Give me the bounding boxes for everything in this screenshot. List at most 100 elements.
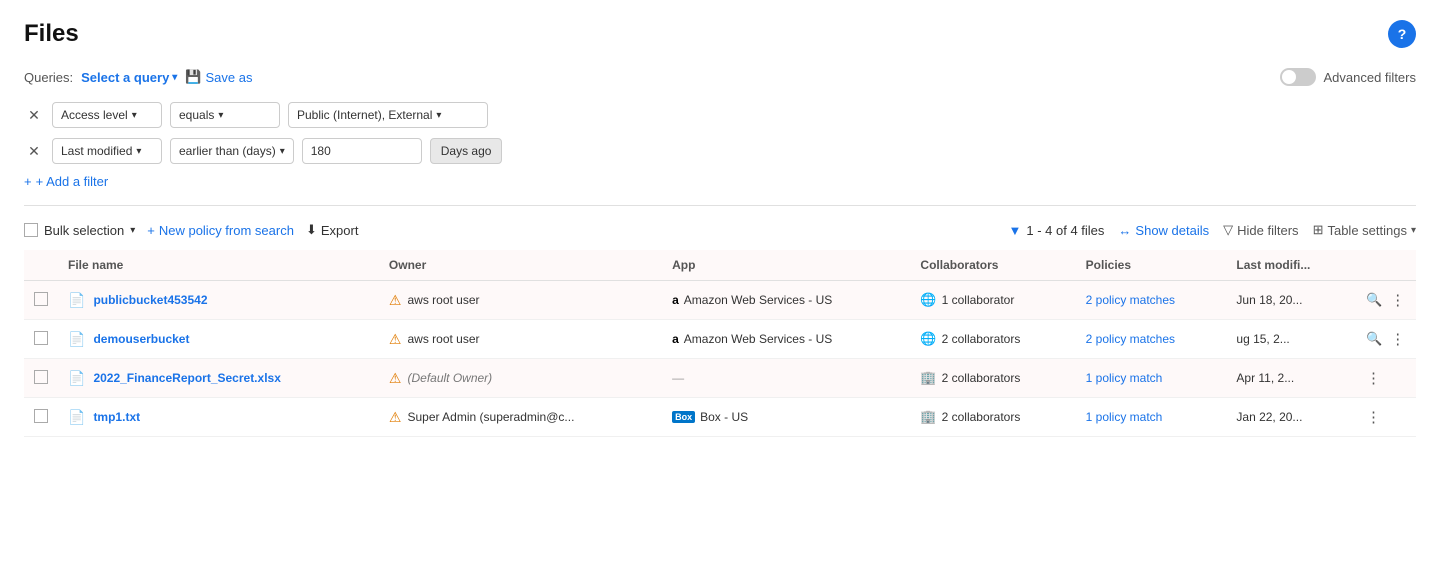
file-name[interactable]: 2022_FinanceReport_Secret.xlsx [93, 371, 280, 385]
filter-icon: ▽ [1223, 222, 1233, 238]
table-row: 📄 demouserbucket ⚠ aws root user a Amazo… [24, 320, 1416, 359]
file-name[interactable]: publicbucket453542 [93, 293, 207, 307]
search-row-icon[interactable]: 🔍 [1366, 331, 1382, 347]
chevron-down-icon: ▾ [172, 72, 177, 83]
last-modified-value: Apr 11, 2... [1236, 371, 1294, 385]
file-name[interactable]: tmp1.txt [93, 410, 140, 424]
col-header-collaborators: Collaborators [910, 250, 1075, 281]
files-table: File name Owner App Collaborators Polici… [24, 250, 1416, 437]
warning-icon: ⚠ [389, 370, 402, 387]
filter-1-value-select[interactable]: Public (Internet), External ▾ [288, 102, 488, 128]
chevron-down-icon: ▾ [132, 110, 137, 121]
owner-cell: ⚠ Super Admin (superadmin@c... [389, 409, 652, 426]
more-options-icon[interactable]: ⋮ [1390, 330, 1405, 348]
chevron-down-icon: ▾ [218, 110, 223, 121]
plus-icon: + [24, 174, 32, 189]
amazon-icon: a [672, 293, 679, 307]
owner-cell: ⚠ aws root user [389, 331, 652, 348]
row-checkbox[interactable] [34, 292, 48, 306]
more-options-icon[interactable]: ⋮ [1366, 369, 1381, 387]
filter-1-field-select[interactable]: Access level ▾ [52, 102, 162, 128]
filter-2-remove-button[interactable]: ✕ [24, 143, 44, 160]
collaborators-count: 2 collaborators [942, 332, 1021, 346]
col-header-policies: Policies [1076, 250, 1227, 281]
col-header-app: App [662, 250, 910, 281]
filter-row-1: ✕ Access level ▾ equals ▾ Public (Intern… [24, 102, 1416, 128]
app-name: Amazon Web Services - US [684, 293, 833, 307]
owner-cell: ⚠ aws root user [389, 292, 652, 309]
policies-link[interactable]: 1 policy match [1086, 371, 1163, 385]
col-header-owner: Owner [379, 250, 662, 281]
row-checkbox[interactable] [34, 331, 48, 345]
file-name[interactable]: demouserbucket [93, 332, 189, 346]
more-options-icon[interactable]: ⋮ [1366, 408, 1381, 426]
file-name-cell: 📄 publicbucket453542 [68, 292, 369, 309]
new-policy-button[interactable]: + New policy from search [147, 223, 294, 238]
show-details-button[interactable]: ↔ Show details [1118, 223, 1209, 238]
section-divider [24, 205, 1416, 206]
bulk-checkbox [24, 223, 38, 237]
policies-link[interactable]: 2 policy matches [1086, 332, 1175, 346]
funnel-icon: ▼ [1009, 223, 1022, 238]
row-actions: ⋮ [1366, 408, 1406, 426]
row-checkbox[interactable] [34, 409, 48, 423]
queries-label: Queries: [24, 70, 73, 85]
collaborators-count: 2 collaborators [942, 371, 1021, 385]
expand-icon: ↔ [1118, 223, 1131, 238]
advanced-filters-toggle[interactable] [1280, 68, 1316, 86]
filter-1-operator-select[interactable]: equals ▾ [170, 102, 280, 128]
save-as-button[interactable]: 💾 Save as [185, 69, 252, 85]
advanced-filters-label: Advanced filters [1324, 70, 1417, 85]
filter-2-days-input[interactable] [302, 138, 422, 164]
add-filter-button[interactable]: + + Add a filter [24, 174, 108, 189]
file-name-cell: 📄 2022_FinanceReport_Secret.xlsx [68, 370, 369, 387]
col-header-filename: File name [58, 250, 379, 281]
filter-2-operator-select[interactable]: earlier than (days) ▾ [170, 138, 294, 164]
hide-filters-button[interactable]: ▽ Hide filters [1223, 222, 1298, 238]
export-button[interactable]: ⬇ Export [306, 222, 358, 238]
filter-1-remove-button[interactable]: ✕ [24, 107, 44, 124]
collaborators-cell: 🌐 1 collaborator [920, 292, 1065, 308]
app-name: — [672, 371, 684, 385]
last-modified-value: Jan 22, 20... [1236, 410, 1302, 424]
app-name: Amazon Web Services - US [684, 332, 833, 346]
col-header-last-modified: Last modifi... [1226, 250, 1356, 281]
file-icon: 📄 [68, 370, 85, 387]
globe-icon: 🌐 [920, 292, 936, 308]
amazon-icon: a [672, 332, 679, 346]
download-icon: ⬇ [306, 222, 317, 238]
plus-icon: + [147, 223, 155, 238]
app-cell: a Amazon Web Services - US [672, 293, 900, 307]
page-title: Files [24, 20, 79, 48]
col-header-actions [1356, 250, 1416, 281]
search-row-icon[interactable]: 🔍 [1366, 292, 1382, 308]
bulk-selection-button[interactable]: Bulk selection ▾ [24, 223, 135, 238]
collaborators-cell: 🏢 2 collaborators [920, 370, 1065, 386]
app-cell: a Amazon Web Services - US [672, 332, 900, 346]
results-count: ▼ 1 - 4 of 4 files [1009, 223, 1105, 238]
chevron-down-icon: ▾ [280, 146, 285, 157]
last-modified-value: ug 15, 2... [1236, 332, 1289, 346]
last-modified-value: Jun 18, 20... [1236, 293, 1302, 307]
file-icon: 📄 [68, 331, 85, 348]
chevron-down-icon: ▾ [436, 110, 441, 121]
collaborators-count: 2 collaborators [942, 410, 1021, 424]
table-row: 📄 publicbucket453542 ⚠ aws root user a A… [24, 281, 1416, 320]
help-button[interactable]: ? [1388, 20, 1416, 48]
policies-link[interactable]: 1 policy match [1086, 410, 1163, 424]
table-settings-button[interactable]: ⊞ Table settings ▾ [1313, 222, 1416, 238]
policies-link[interactable]: 2 policy matches [1086, 293, 1175, 307]
row-checkbox[interactable] [34, 370, 48, 384]
building-icon: 🏢 [920, 370, 936, 386]
toolbar: Bulk selection ▾ + New policy from searc… [24, 222, 1416, 238]
select-query-button[interactable]: Select a query ▾ [81, 70, 177, 85]
save-icon: 💾 [185, 69, 201, 85]
days-ago-button[interactable]: Days ago [430, 138, 503, 164]
chevron-down-icon: ▾ [1411, 225, 1416, 236]
more-options-icon[interactable]: ⋮ [1390, 291, 1405, 309]
col-header-checkbox [24, 250, 58, 281]
filter-2-field-select[interactable]: Last modified ▾ [52, 138, 162, 164]
warning-icon: ⚠ [389, 331, 402, 348]
owner-cell: ⚠ (Default Owner) [389, 370, 652, 387]
table-icon: ⊞ [1313, 222, 1324, 238]
